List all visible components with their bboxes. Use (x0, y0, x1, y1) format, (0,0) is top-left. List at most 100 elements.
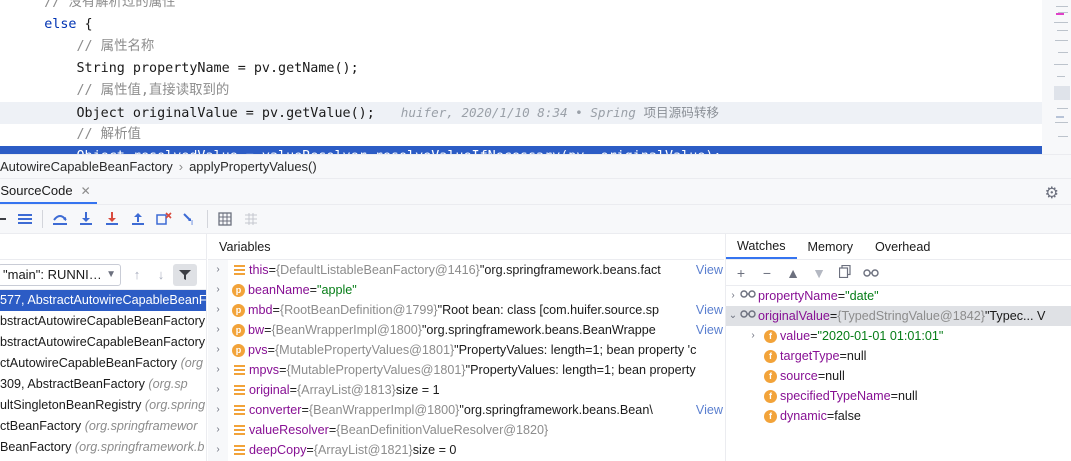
watch-row[interactable]: › propertyName = "date" (726, 286, 1071, 306)
variable-equals: = (279, 363, 287, 377)
code-token: Object originalValue = pv.getValue(); (76, 106, 375, 121)
watch-type: {TypedStringValue@1842} (837, 309, 985, 323)
watch-row[interactable]: f targetType = null (726, 346, 1071, 366)
code-line[interactable]: String propertyName = pv.getName(); (0, 58, 1042, 80)
variable-row[interactable]: › mpvs = {MutablePropertyValues@1801} "Pr… (208, 360, 724, 380)
glasses-icon[interactable] (858, 265, 884, 281)
view-link[interactable]: View (692, 300, 724, 320)
chevron-right-icon[interactable]: › (208, 320, 228, 340)
tab-watches[interactable]: Watches (726, 234, 797, 259)
variable-row[interactable]: › converter = {BeanWrapperImpl@1800} "org… (208, 400, 724, 420)
watch-row[interactable]: ⌄ originalValue = {TypedStringValue@1842}… (726, 306, 1071, 326)
chevron-right-icon[interactable]: › (726, 286, 740, 306)
frame-text: ultSingletonBeanRegistry (0, 398, 142, 412)
close-icon[interactable]: ✕ (81, 184, 91, 198)
chevron-right-icon[interactable]: › (208, 420, 228, 440)
drop-frame-icon[interactable] (151, 208, 177, 230)
variable-value: "PropertyValues: length=1; bean property (465, 363, 696, 377)
variable-name: bw (248, 323, 265, 337)
execution-line[interactable]: Object resolvedValue = valueResolver.res… (0, 146, 1042, 154)
variable-row[interactable]: › this = {DefaultListableBeanFactory@1416… (208, 260, 724, 280)
step-over-icon[interactable] (47, 208, 73, 230)
watch-name: value (780, 329, 811, 343)
evaluate-expression-icon[interactable] (212, 208, 238, 230)
watch-row[interactable]: › f value = "2020-01-01 01:01:01" (726, 326, 1071, 346)
stack-frame[interactable]: bstractAutowireCapableBeanFactory (0, 311, 206, 332)
glasses-icon (740, 306, 756, 326)
variable-row[interactable]: › p bw = {BeanWrapperImpl@1800} "org.sprin… (208, 320, 724, 340)
view-link[interactable]: View (692, 400, 724, 420)
variable-name: this (249, 263, 269, 277)
variable-equals: = (267, 343, 275, 357)
watch-row[interactable]: f dynamic = false (726, 406, 1071, 426)
stack-frame[interactable]: bstractAutowireCapableBeanFactory (0, 332, 206, 353)
chevron-right-icon[interactable]: › (208, 260, 228, 280)
variable-type: {BeanDefinitionValueResolver@1820} (336, 423, 549, 437)
chevron-right-icon[interactable]: › (208, 440, 228, 460)
add-icon[interactable]: + (728, 265, 754, 281)
code-line[interactable]: // 没有解析过的属性 (0, 0, 1042, 14)
code-line[interactable]: // 解析值 (0, 124, 1042, 146)
code-line[interactable]: // 属性值,直接读取到的 (0, 80, 1042, 102)
frames-panel: "main": RUNNI… ▼ ↑ ↓ 577, AbstractAutowi… (0, 234, 207, 461)
force-step-into-icon[interactable] (99, 208, 125, 230)
debug-session-tab[interactable]: -SourceCode ✕ (0, 179, 97, 204)
variable-row[interactable]: › original = {ArrayList@1813} size = 1 (208, 380, 724, 400)
code-editor[interactable]: // 没有解析过的属性 else { // 属性名称 String proper… (0, 0, 1071, 154)
variable-row[interactable]: › valueResolver = {BeanDefinitionValueRes… (208, 420, 724, 440)
code-line[interactable]: // 属性名称 (0, 36, 1042, 58)
watch-row[interactable]: f source = null (726, 366, 1071, 386)
minimap[interactable] (1048, 0, 1071, 154)
chevron-right-icon[interactable]: › (208, 400, 228, 420)
frame-package: (org.springframework.b (71, 440, 205, 454)
breadcrumb-class[interactable]: AutowireCapableBeanFactory (0, 159, 173, 174)
variable-row[interactable]: › deepCopy = {ArrayList@1821} size = 0 (208, 440, 724, 460)
move-up-icon[interactable]: ▲ (780, 265, 806, 281)
breadcrumb-method[interactable]: applyPropertyValues() (189, 159, 317, 174)
filter-icon[interactable] (173, 263, 197, 286)
tab-memory[interactable]: Memory (797, 234, 864, 259)
frame-package: (org.sp (144, 377, 188, 391)
chevron-right-icon[interactable]: › (746, 326, 760, 346)
frame-text: ctBeanFactory (0, 419, 82, 433)
remove-icon[interactable]: − (754, 265, 780, 281)
stack-frame[interactable]: BeanFactory (org.springframework.b (0, 437, 206, 458)
chevron-right-icon[interactable]: › (208, 300, 228, 320)
variable-equals: = (272, 303, 280, 317)
stack-frame[interactable]: 577, AbstractAutowireCapableBeanFa (0, 290, 206, 311)
watch-row[interactable]: f specifiedTypeName = null (726, 386, 1071, 406)
watch-value: null (846, 349, 867, 363)
trace-icon[interactable] (238, 208, 264, 230)
debugger-tab-fragment[interactable] (0, 208, 12, 230)
variable-row[interactable]: › p pvs = {MutablePropertyValues@1801} "Pr… (208, 340, 724, 360)
variable-row[interactable]: › p mbd = {RootBeanDefinition@1799} "Root … (208, 300, 724, 320)
tab-overhead[interactable]: Overhead (864, 234, 941, 259)
code-line[interactable]: else { (0, 14, 1042, 36)
duplicate-icon[interactable] (832, 264, 858, 281)
stack-frame[interactable]: ctAutowireCapableBeanFactory (org (0, 353, 206, 374)
chevron-right-icon[interactable]: › (208, 340, 228, 360)
gear-icon[interactable]: ⚙ (1045, 183, 1059, 203)
stack-frame[interactable]: 309, AbstractBeanFactory (org.sp (0, 374, 206, 395)
view-link[interactable]: View (692, 260, 724, 280)
stack-frame[interactable]: ultSingletonBeanRegistry (org.spring (0, 395, 206, 416)
step-out-icon[interactable] (125, 208, 151, 230)
chevron-right-icon[interactable]: › (208, 280, 228, 300)
chevron-down-icon[interactable]: ⌄ (726, 306, 740, 326)
current-line[interactable]: Object originalValue = pv.getValue(); hui… (0, 102, 1042, 124)
variable-row[interactable]: › p beanName = "apple" (208, 280, 724, 300)
arrow-down-icon[interactable]: ↓ (149, 264, 173, 286)
chevron-right-icon[interactable]: › (208, 380, 228, 400)
chevron-right-icon[interactable]: › (208, 360, 228, 380)
view-link[interactable]: View (692, 320, 724, 340)
menu-icon[interactable] (12, 208, 38, 230)
variable-equals: = (309, 283, 317, 297)
run-to-cursor-icon[interactable]: I (177, 208, 203, 230)
variable-equals: = (328, 423, 337, 437)
step-into-icon[interactable] (73, 208, 99, 230)
variables-title: Variables (208, 234, 724, 260)
stack-frame[interactable]: ctBeanFactory (org.springframewor (0, 416, 206, 437)
thread-dropdown[interactable]: "main": RUNNI… ▼ (0, 263, 121, 286)
move-down-icon[interactable]: ▼ (806, 265, 832, 281)
arrow-up-icon[interactable]: ↑ (125, 264, 149, 286)
